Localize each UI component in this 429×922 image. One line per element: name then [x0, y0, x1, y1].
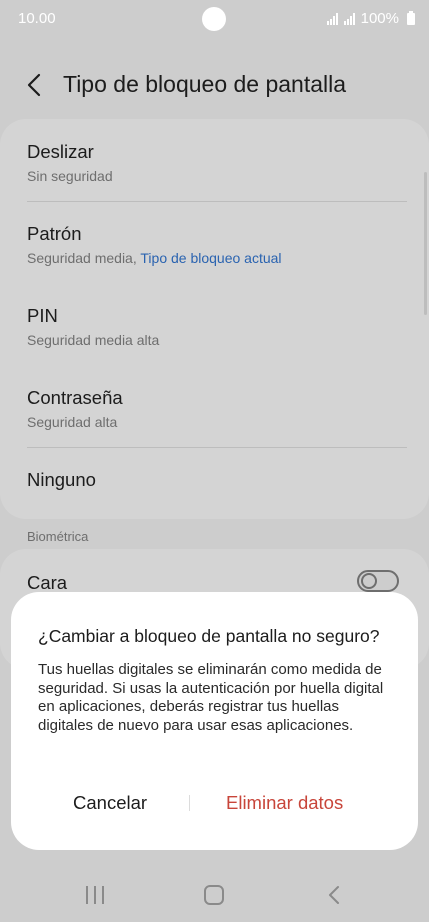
app-header: Tipo de bloqueo de pantalla	[0, 60, 429, 110]
lock-option-title: PIN	[27, 305, 58, 326]
status-indicators: 100%	[326, 10, 415, 27]
lock-option-pattern[interactable]: Patrón Seguridad media, Tipo de bloqueo …	[27, 223, 407, 266]
back-icon[interactable]	[326, 884, 342, 906]
face-toggle[interactable]	[357, 570, 399, 592]
toggle-knob	[361, 573, 377, 589]
lock-option-subtitle: Seguridad alta	[27, 414, 118, 430]
lock-option-title: Contraseña	[27, 387, 123, 408]
divider	[27, 447, 407, 448]
signal-icon	[326, 12, 338, 25]
unsecure-lock-dialog: ¿Cambiar a bloqueo de pantalla no seguro…	[11, 592, 418, 850]
biometric-face-item[interactable]: Cara	[27, 572, 407, 594]
lock-option-title: Patrón	[27, 223, 82, 244]
lock-option-subtitle: Seguridad media alta	[27, 332, 160, 348]
lock-option-none[interactable]: Ninguno	[27, 469, 407, 491]
section-label-biometrics: Biométrica	[27, 529, 89, 544]
lock-option-title: Deslizar	[27, 141, 94, 162]
lock-option-password[interactable]: Contraseña Seguridad alta	[27, 387, 407, 430]
delete-data-button[interactable]: Eliminar datos	[226, 792, 343, 814]
lock-option-pin[interactable]: PIN Seguridad media alta	[27, 305, 407, 348]
front-camera	[202, 7, 226, 31]
dialog-message: Tus huellas digitales se eliminarán como…	[38, 661, 384, 734]
lock-option-subtitle: Sin seguridad	[27, 168, 113, 184]
face-label: Cara	[27, 572, 68, 593]
home-icon[interactable]	[204, 885, 224, 905]
lock-option-subtitle-text: Seguridad media,	[27, 250, 137, 266]
lock-option-swipe[interactable]: Deslizar Sin seguridad	[27, 141, 407, 184]
battery-icon	[407, 10, 415, 25]
recents-icon[interactable]	[86, 886, 104, 904]
status-bar: 10.00 100%	[0, 0, 429, 38]
lock-option-title: Ninguno	[27, 469, 96, 490]
divider	[27, 201, 407, 202]
dialog-title: ¿Cambiar a bloqueo de pantalla no seguro…	[38, 626, 380, 646]
signal-icon	[343, 12, 355, 25]
divider	[27, 283, 407, 284]
page-title: Tipo de bloqueo de pantalla	[63, 71, 347, 97]
scrollbar[interactable]	[424, 172, 427, 315]
battery-percent: 100%	[360, 10, 399, 27]
button-separator	[189, 795, 190, 811]
current-lock-type-label: Tipo de bloqueo actual	[140, 250, 282, 266]
back-arrow-icon[interactable]	[22, 72, 48, 98]
status-time: 10.00	[18, 10, 56, 27]
cancel-button[interactable]: Cancelar	[73, 792, 147, 814]
navigation-bar	[0, 870, 429, 922]
lock-option-subtitle: Seguridad media, Tipo de bloqueo actual	[27, 250, 407, 266]
